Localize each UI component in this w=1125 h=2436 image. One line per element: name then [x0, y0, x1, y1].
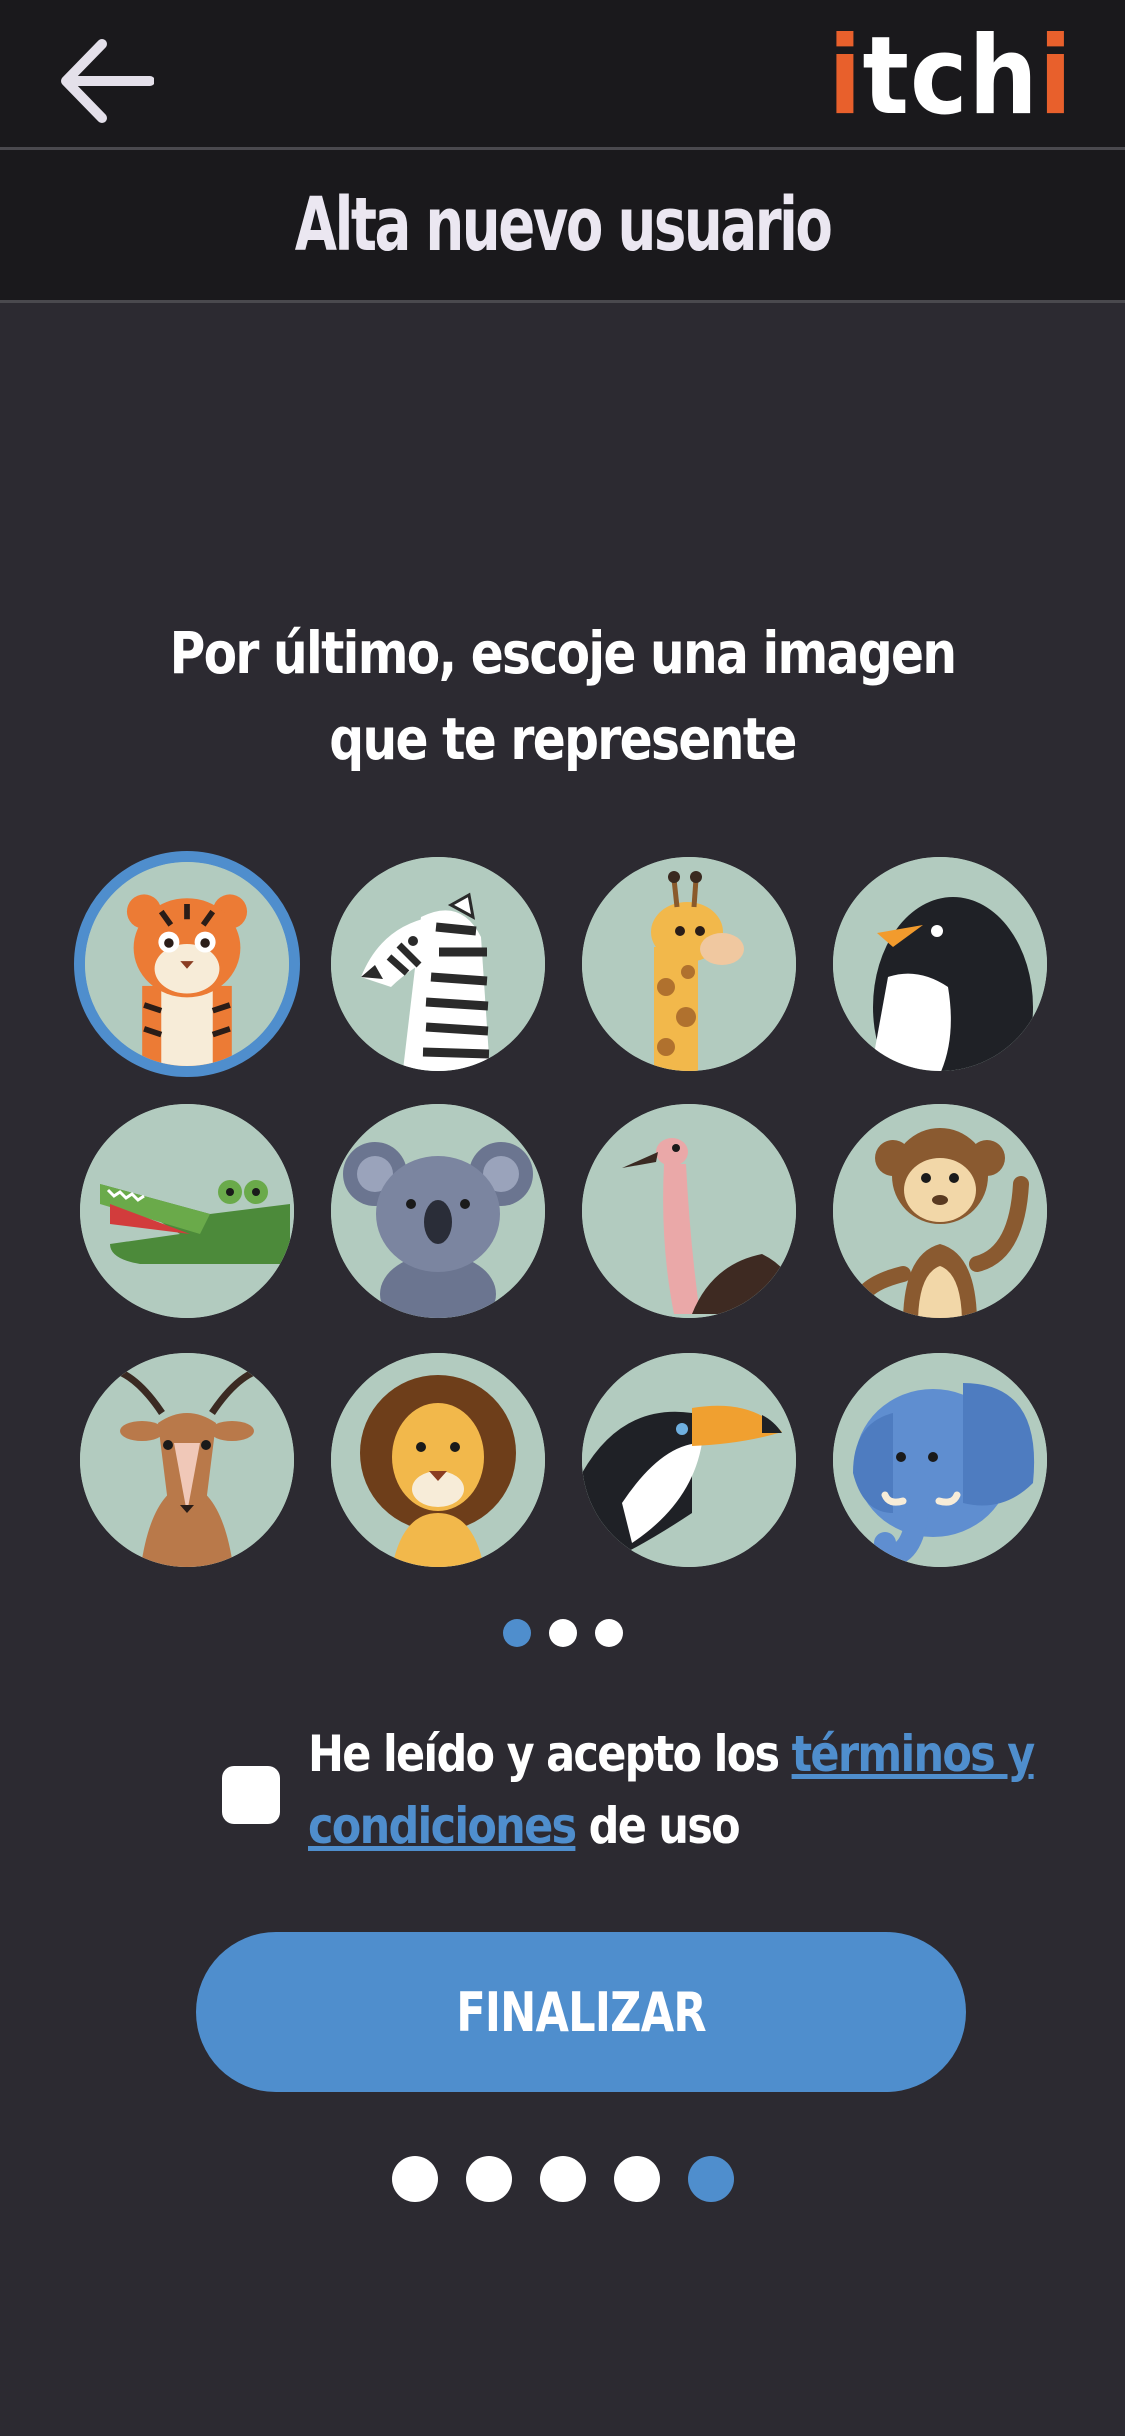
- avatar-tiger[interactable]: [74, 851, 300, 1077]
- avatar-elephant[interactable]: [833, 1353, 1047, 1567]
- monkey-icon: [833, 1104, 1047, 1318]
- step-dot-2: [465, 2156, 512, 2202]
- penguin-icon: [833, 857, 1047, 1071]
- terms-text: He leído y acepto los términos y condici…: [308, 1718, 1035, 1862]
- elephant-icon: [833, 1353, 1047, 1567]
- prompt-line-2: que te represente: [329, 705, 797, 773]
- step-indicator: [0, 2156, 1125, 2202]
- step-dot-3: [539, 2156, 586, 2202]
- app-logo: itchi: [828, 14, 1073, 139]
- zebra-icon: [331, 857, 545, 1071]
- avatar-toucan[interactable]: [582, 1353, 796, 1567]
- title-bar: Alta nuevo usuario: [0, 150, 1125, 303]
- step-dot-1: [391, 2156, 438, 2202]
- avatar-koala[interactable]: [331, 1104, 545, 1318]
- lion-icon: [331, 1353, 545, 1567]
- step-dot-4: [613, 2156, 660, 2202]
- terms-text-after: de uso: [575, 1797, 741, 1855]
- toucan-icon: [582, 1353, 796, 1567]
- ostrich-icon: [582, 1104, 796, 1318]
- arrow-left-icon[interactable]: [58, 38, 154, 124]
- antelope-icon: [80, 1353, 294, 1567]
- avatar-grid: [74, 851, 1047, 1567]
- crocodile-icon: [80, 1104, 294, 1318]
- step-dot-5: [687, 2156, 734, 2202]
- prompt-line-1: Por último, escoje una imagen: [169, 619, 957, 687]
- finish-button-label: FINALIZAR: [456, 1980, 706, 2044]
- avatar-antelope[interactable]: [80, 1353, 294, 1567]
- tiger-icon: [85, 862, 289, 1066]
- finish-button[interactable]: FINALIZAR: [196, 1932, 966, 2092]
- avatar-zebra[interactable]: [331, 857, 545, 1071]
- terms-link-line2[interactable]: condiciones: [308, 1797, 577, 1855]
- koala-icon: [331, 1104, 545, 1318]
- avatar-monkey[interactable]: [833, 1104, 1047, 1318]
- page-title: Alta nuevo usuario: [294, 182, 833, 268]
- giraffe-icon: [582, 857, 796, 1071]
- avatar-lion[interactable]: [331, 1353, 545, 1567]
- avatar-prompt: Por último, escoje una imagen que te rep…: [90, 610, 1035, 782]
- avatar-ostrich[interactable]: [582, 1104, 796, 1318]
- terms-link-line1[interactable]: términos y: [792, 1725, 1036, 1783]
- terms-checkbox[interactable]: [222, 1766, 280, 1824]
- avatar-page-indicator: [0, 1619, 1125, 1651]
- terms-text-before: He leído y acepto los: [308, 1725, 792, 1783]
- avatar-page-dot-2[interactable]: [548, 1619, 577, 1647]
- avatar-crocodile[interactable]: [80, 1104, 294, 1318]
- avatar-page-dot-1[interactable]: [502, 1619, 531, 1647]
- avatar-giraffe[interactable]: [582, 857, 796, 1071]
- avatar-penguin[interactable]: [833, 857, 1047, 1071]
- top-bar: itchi: [0, 0, 1125, 150]
- avatar-page-dot-3[interactable]: [594, 1619, 623, 1647]
